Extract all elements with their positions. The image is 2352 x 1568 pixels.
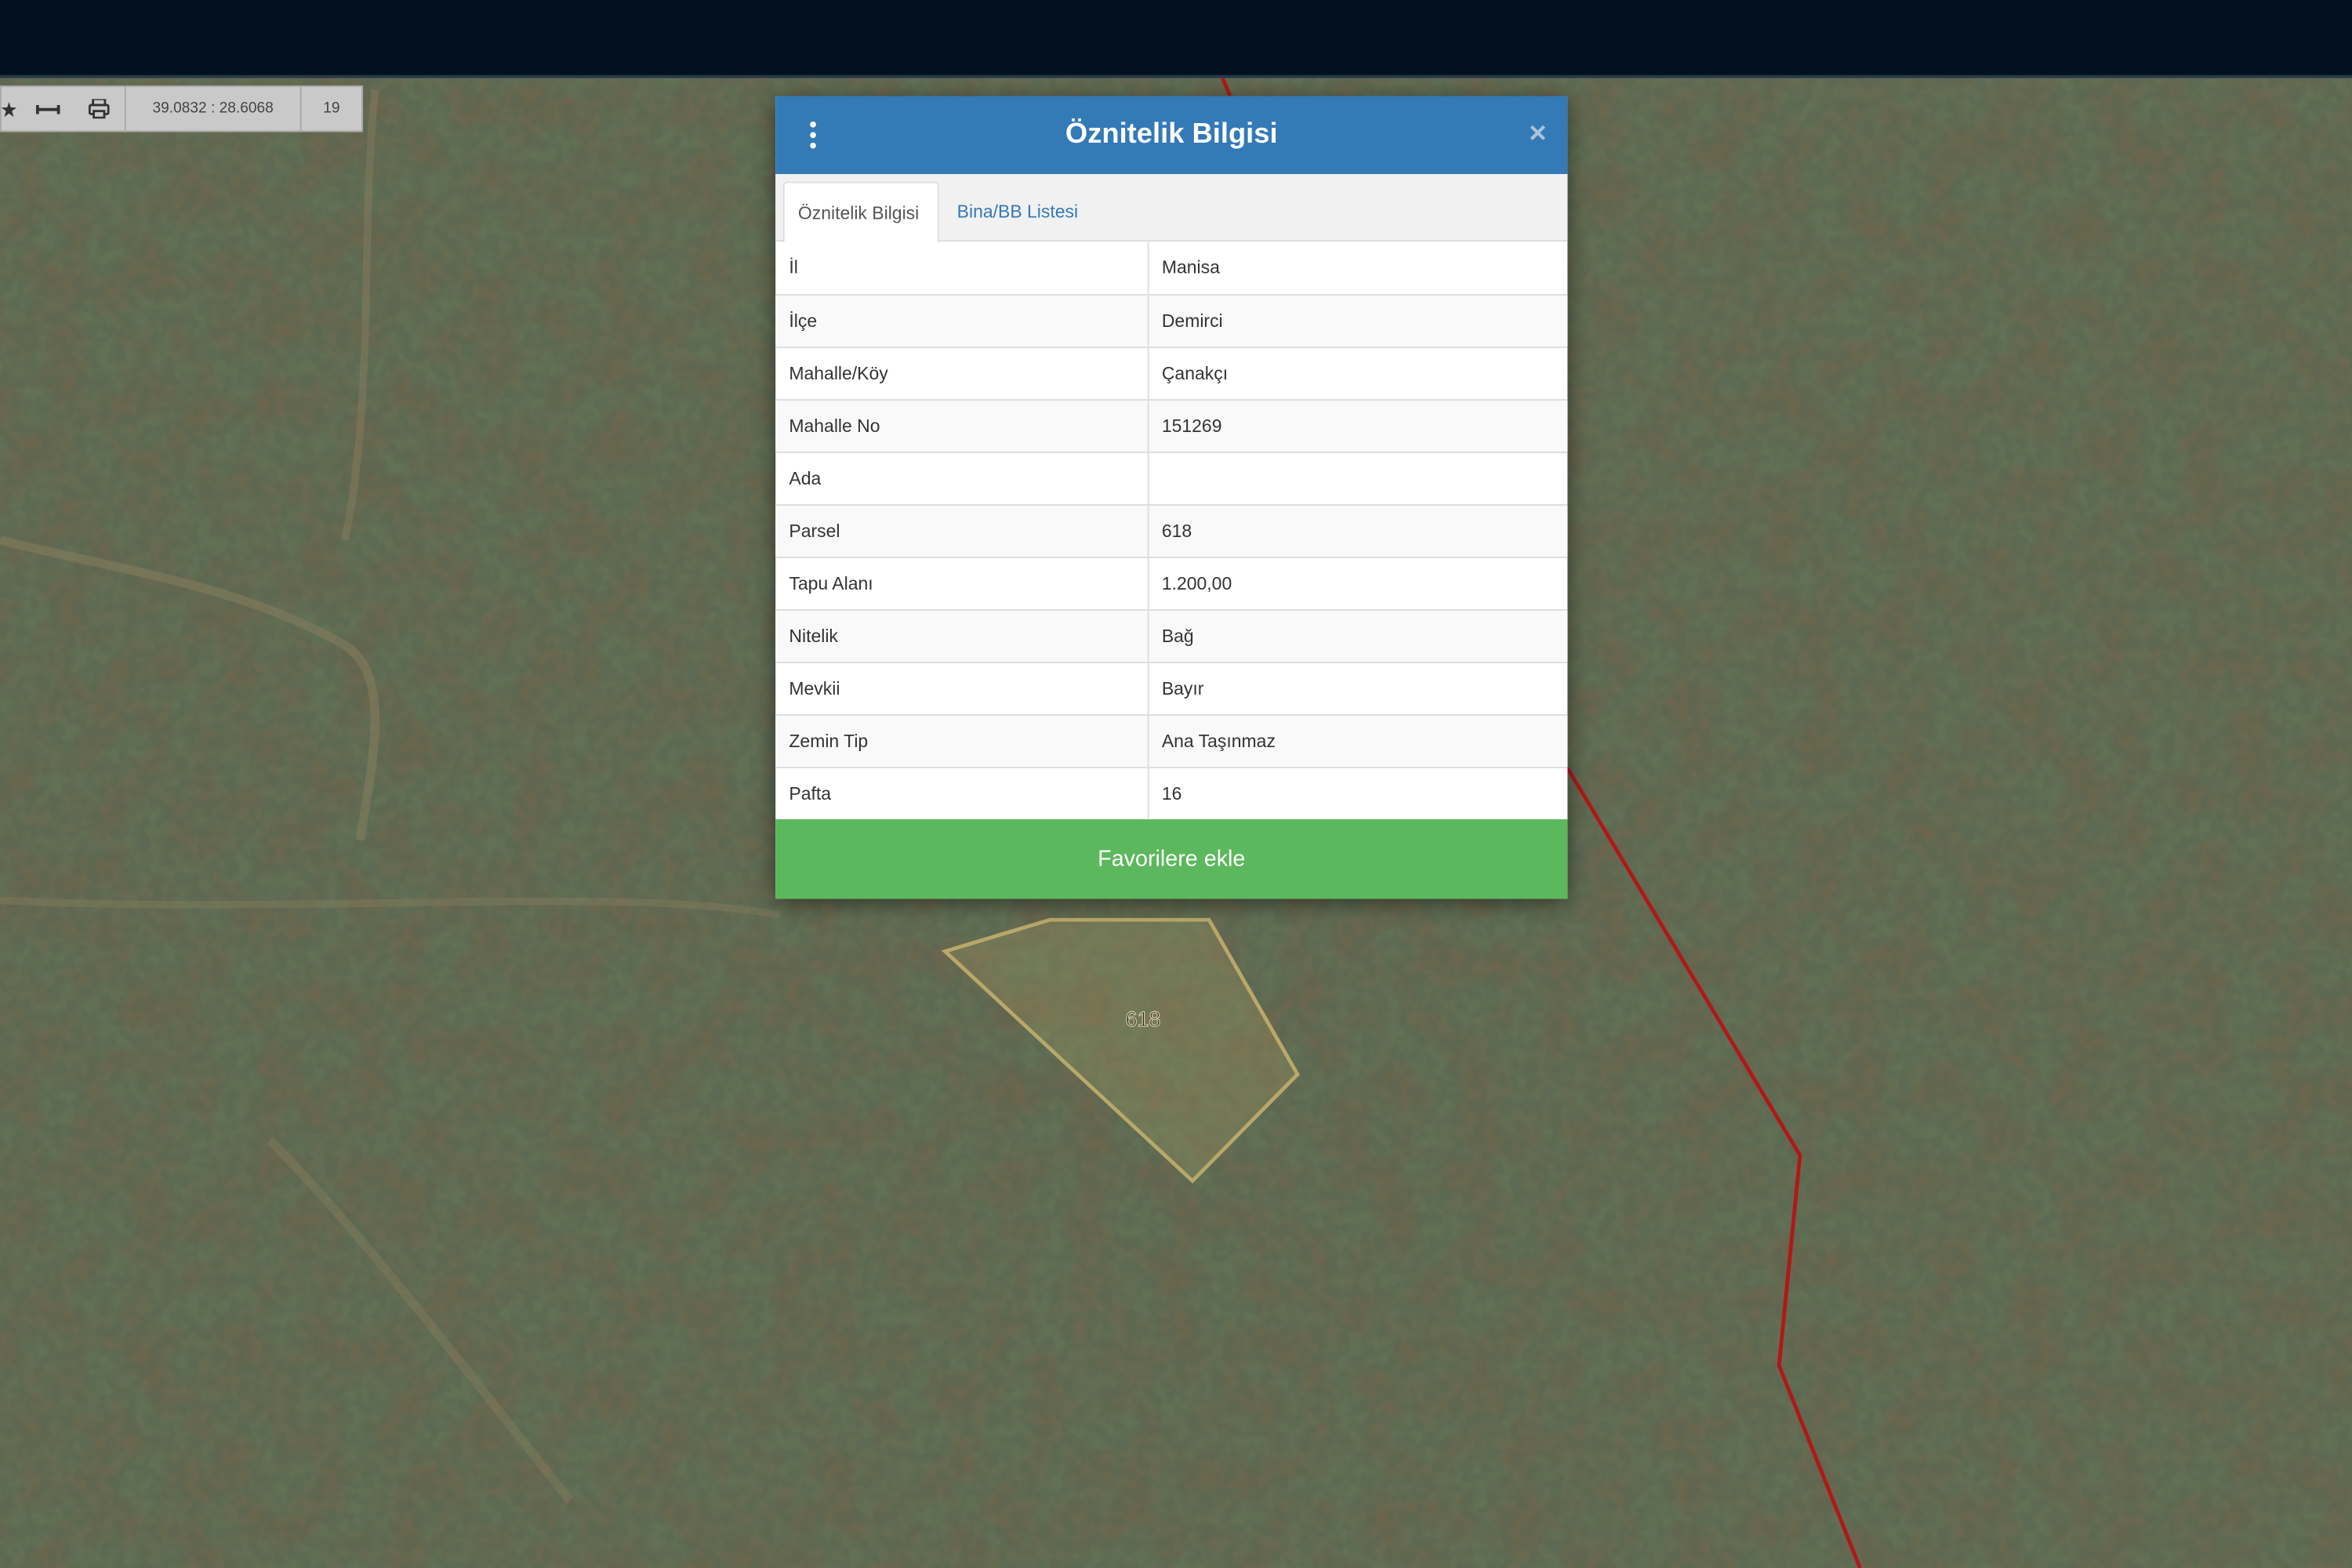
map-toolbar: 39.0832 : 28.6068 19 xyxy=(0,85,364,132)
table-row: Mahalle/Köy Çanakçı xyxy=(775,346,1568,400)
star-icon[interactable] xyxy=(1,87,23,131)
attribute-key: İl xyxy=(775,241,1149,295)
dialog-tabs: Öznitelik Bilgisi Bina/BB Listesi xyxy=(775,174,1568,244)
dialog-title: Öznitelik Bilgisi xyxy=(1065,118,1278,151)
table-row: Zemin Tip Ana Taşınmaz xyxy=(775,713,1568,768)
attribute-value: 618 xyxy=(1147,503,1568,557)
table-row: Tapu Alanı 1.200,00 xyxy=(775,556,1568,610)
attribute-value: Bayır xyxy=(1147,661,1568,715)
app-screen: 618 39.0832 : 28.6068 19 Öznitelik Bilgi… xyxy=(0,0,2352,1568)
table-row: Mevkii Bayır xyxy=(775,661,1568,715)
attribute-key: Zemin Tip xyxy=(775,713,1149,768)
add-to-favorites-button[interactable]: Favorilere ekle xyxy=(775,818,1568,899)
table-row: İl Manisa xyxy=(775,241,1567,295)
attribute-key: Ada xyxy=(775,451,1149,505)
dialog-header: Öznitelik Bilgisi × xyxy=(775,96,1568,175)
top-bar xyxy=(0,0,2352,78)
parcel-label: 618 xyxy=(1126,1007,1161,1031)
attribute-value: Çanakçı xyxy=(1147,346,1568,400)
attribute-key: Mevkii xyxy=(775,661,1149,715)
attribute-dialog: Öznitelik Bilgisi × Öznitelik Bilgisi Bi… xyxy=(775,96,1568,899)
tab-building-list[interactable]: Bina/BB Listesi xyxy=(943,182,1091,242)
attribute-key: Nitelik xyxy=(775,608,1149,662)
attribute-key: Parsel xyxy=(775,503,1149,557)
attribute-value: 1.200,00 xyxy=(1147,556,1568,610)
zoom-level: 19 xyxy=(299,87,361,131)
attribute-key: Mahalle/Köy xyxy=(775,346,1149,400)
table-row: Nitelik Bağ xyxy=(775,608,1568,662)
table-row: Parsel 618 xyxy=(775,503,1568,557)
table-row: İlçe Demirci xyxy=(775,293,1568,347)
attribute-value: 151269 xyxy=(1147,398,1568,452)
coordinate-readout: 39.0832 : 28.6068 xyxy=(124,87,300,131)
table-row: Mahalle No 151269 xyxy=(775,398,1568,452)
attribute-table: İl Manisa İlçe Demirci Mahalle/Köy Çanakçı Mah… xyxy=(775,241,1568,819)
table-row: Pafta 16 xyxy=(775,766,1568,819)
attribute-key: Tapu Alanı xyxy=(775,556,1149,610)
print-icon[interactable] xyxy=(74,87,125,131)
tab-attribute-info[interactable]: Öznitelik Bilgisi xyxy=(782,181,939,244)
attribute-value xyxy=(1147,451,1568,505)
attribute-value: Demirci xyxy=(1147,293,1568,347)
attribute-key: Pafta xyxy=(775,766,1149,819)
close-icon[interactable]: × xyxy=(1529,117,1546,150)
attribute-key: İlçe xyxy=(775,293,1149,347)
attribute-value: Bağ xyxy=(1147,608,1568,662)
attribute-value: Ana Taşınmaz xyxy=(1147,713,1568,768)
table-row: Ada xyxy=(775,451,1568,505)
measure-icon[interactable] xyxy=(23,87,74,131)
attribute-value: 16 xyxy=(1147,766,1568,819)
attribute-key: Mahalle No xyxy=(775,398,1149,452)
attribute-value: Manisa xyxy=(1161,256,1220,278)
kebab-menu-icon[interactable] xyxy=(803,96,824,174)
